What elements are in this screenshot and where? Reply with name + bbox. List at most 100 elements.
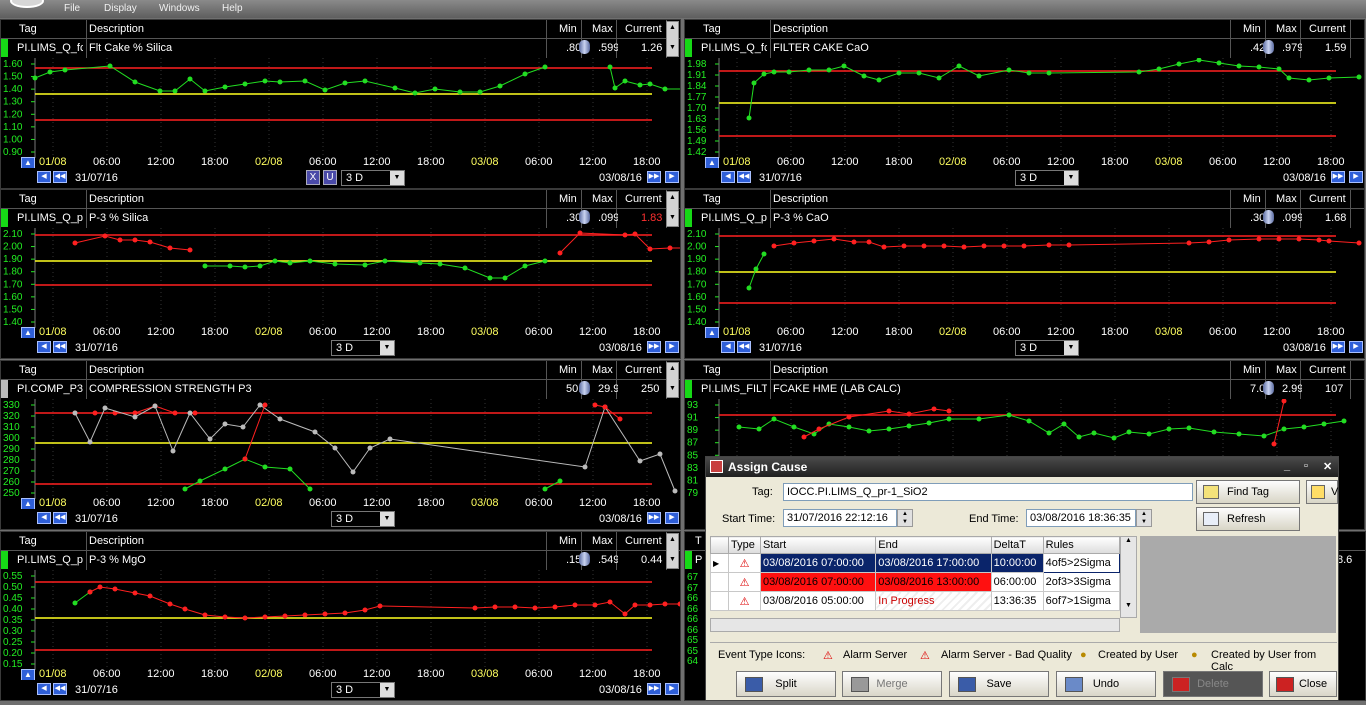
events-hscrollbar[interactable] [710,618,1120,632]
events-column-header[interactable]: Rules [1042,536,1121,554]
time-range-select[interactable]: 3 D ▼ [1015,340,1079,356]
refresh-button[interactable]: Refresh [1196,507,1300,531]
events-scrollbar[interactable]: ▲ ▼ [1120,536,1137,618]
chevron-down-icon[interactable]: ▼ [1064,341,1078,355]
rewind-icon[interactable]: ◀◀ [53,341,67,353]
forward-icon[interactable]: ▶ [665,683,679,695]
end-time-spinner[interactable]: ▲ ▼ [1136,509,1152,527]
back-icon[interactable]: ◀ [721,341,735,353]
trend-plot[interactable]: 1.601.501.401.301.201.101.000.90 [1,58,681,158]
tag-tag-value[interactable]: PI.COMP_P3 [17,383,83,395]
chevron-down-icon[interactable]: ▼ [390,171,404,185]
time-range-select[interactable]: 3 D ▼ [1015,170,1079,186]
start-date[interactable]: 31/07/16 [75,342,118,354]
close-button[interactable]: Close [1269,671,1337,697]
close-icon[interactable]: ✕ [1323,460,1332,473]
tag-tag-value[interactable]: PI.LIMS_Q_pr- [17,212,83,224]
forward-icon[interactable]: ▶ [665,512,679,524]
forward-icon[interactable]: ▶ [1349,341,1363,353]
start-date[interactable]: 31/07/16 [759,172,802,184]
maximize-icon[interactable]: ▫ [1304,460,1308,472]
tag-tag-value[interactable]: PI.LIMS_Q_fcs [701,42,767,54]
x-button[interactable]: X [306,170,320,185]
menu-file[interactable]: File [64,3,80,14]
start-date[interactable]: 31/07/16 [75,513,118,525]
start-date[interactable]: 31/07/16 [75,172,118,184]
limit-spinner-icon[interactable] [579,40,590,54]
events-column-header[interactable]: Start [759,536,877,554]
time-range-select[interactable]: 3 D ▼ [331,340,395,356]
fast-forward-icon[interactable]: ▶▶ [647,341,661,353]
save-button[interactable]: Save [949,671,1049,697]
panel-scrollbar[interactable]: ▲ ▼ [666,362,679,398]
end-date[interactable]: 03/08/16 [599,342,642,354]
limit-spinner-icon[interactable] [579,210,590,224]
rewind-icon[interactable]: ◀◀ [737,341,751,353]
end-date[interactable]: 03/08/16 [599,172,642,184]
menu-windows[interactable]: Windows [159,3,200,14]
start-date[interactable]: 31/07/16 [75,684,118,696]
tag-input[interactable]: IOCC.PI.LIMS_Q_pr-1_SiO2 [783,483,1193,501]
merge-button[interactable]: Merge [842,671,942,697]
end-date[interactable]: 03/08/16 [599,684,642,696]
delete-button[interactable]: Delete [1163,671,1263,697]
trend-plot[interactable]: 2.102.001.901.801.701.601.501.40 [1,228,681,328]
menu-help[interactable]: Help [222,3,243,14]
rewind-icon[interactable]: ◀◀ [53,171,67,183]
trend-plot[interactable]: 330320310300290280270260250 [1,399,681,499]
fast-forward-icon[interactable]: ▶▶ [647,171,661,183]
trend-plot[interactable]: 1.981.911.841.771.701.631.561.491.42 [685,58,1365,158]
time-range-select[interactable]: 3 D ▼ [341,170,405,186]
forward-icon[interactable]: ▶ [1349,171,1363,183]
chevron-down-icon[interactable]: ▼ [380,683,394,697]
undo-button[interactable]: Undo [1056,671,1156,697]
limit-spinner-icon[interactable] [579,381,590,395]
fast-forward-icon[interactable]: ▶▶ [647,683,661,695]
back-icon[interactable]: ◀ [37,512,51,524]
time-range-select[interactable]: 3 D ▼ [331,682,395,698]
v-button[interactable]: V [1306,480,1338,504]
rewind-icon[interactable]: ◀◀ [737,171,751,183]
end-date[interactable]: 03/08/16 [1283,342,1326,354]
tag-tag-value[interactable]: PI.LIMS_Q_pr- [17,554,83,566]
minimize-icon[interactable]: _ [1284,460,1290,472]
chevron-down-icon[interactable]: ▼ [380,341,394,355]
tag-tag-value[interactable]: PI.LIMS_Q_pr- [701,212,767,224]
end-date[interactable]: 03/08/16 [1283,172,1326,184]
fast-forward-icon[interactable]: ▶▶ [1331,341,1345,353]
back-icon[interactable]: ◀ [721,171,735,183]
trend-plot[interactable]: 0.550.500.450.400.350.300.250.200.15 [1,570,681,670]
back-icon[interactable]: ◀ [37,171,51,183]
end-date[interactable]: 03/08/16 [599,513,642,525]
fast-forward-icon[interactable]: ▶▶ [1331,171,1345,183]
panel-scrollbar[interactable]: ▲ ▼ [666,533,679,569]
chevron-down-icon[interactable]: ▼ [1064,171,1078,185]
events-column-header[interactable]: Type [728,536,761,554]
limit-spinner-icon[interactable] [579,552,590,566]
back-icon[interactable]: ◀ [37,341,51,353]
start-date[interactable]: 31/07/16 [759,342,802,354]
tag-tag-value[interactable]: PI.LIMS_FILTEI [701,383,767,395]
events-column-header[interactable]: DeltaT [990,536,1044,554]
rewind-icon[interactable]: ◀◀ [53,512,67,524]
menu-display[interactable]: Display [104,3,137,14]
chevron-down-icon[interactable]: ▼ [380,512,394,526]
find-tag-button[interactable]: Find Tag [1196,480,1300,504]
trend-plot[interactable]: 2.102.001.901.801.701.601.501.40 [685,228,1365,328]
forward-icon[interactable]: ▶ [665,341,679,353]
event-row[interactable]: ⚠ 03/08/2016 05:00:00 In Progress 13:36:35 6… [710,591,1121,611]
u-button[interactable]: U [323,170,337,185]
panel-scrollbar[interactable]: ▲ ▼ [666,21,679,57]
dialog-title-bar[interactable]: Assign Cause _ ▫ ✕ [706,457,1338,477]
event-row[interactable]: ▶ ⚠ 03/08/2016 07:00:00 03/08/2016 17:00:00… [710,553,1121,573]
time-range-select[interactable]: 3 D ▼ [331,511,395,527]
end-time-input[interactable]: 03/08/2016 18:36:35 [1026,509,1136,527]
fast-forward-icon[interactable]: ▶▶ [647,512,661,524]
split-button[interactable]: Split [736,671,836,697]
forward-icon[interactable]: ▶ [665,171,679,183]
start-time-spinner[interactable]: ▲ ▼ [897,509,913,527]
limit-spinner-icon[interactable] [1263,381,1274,395]
events-column-header[interactable]: End [875,536,992,554]
limit-spinner-icon[interactable] [1263,210,1274,224]
panel-scrollbar[interactable]: ▲ ▼ [666,191,679,227]
